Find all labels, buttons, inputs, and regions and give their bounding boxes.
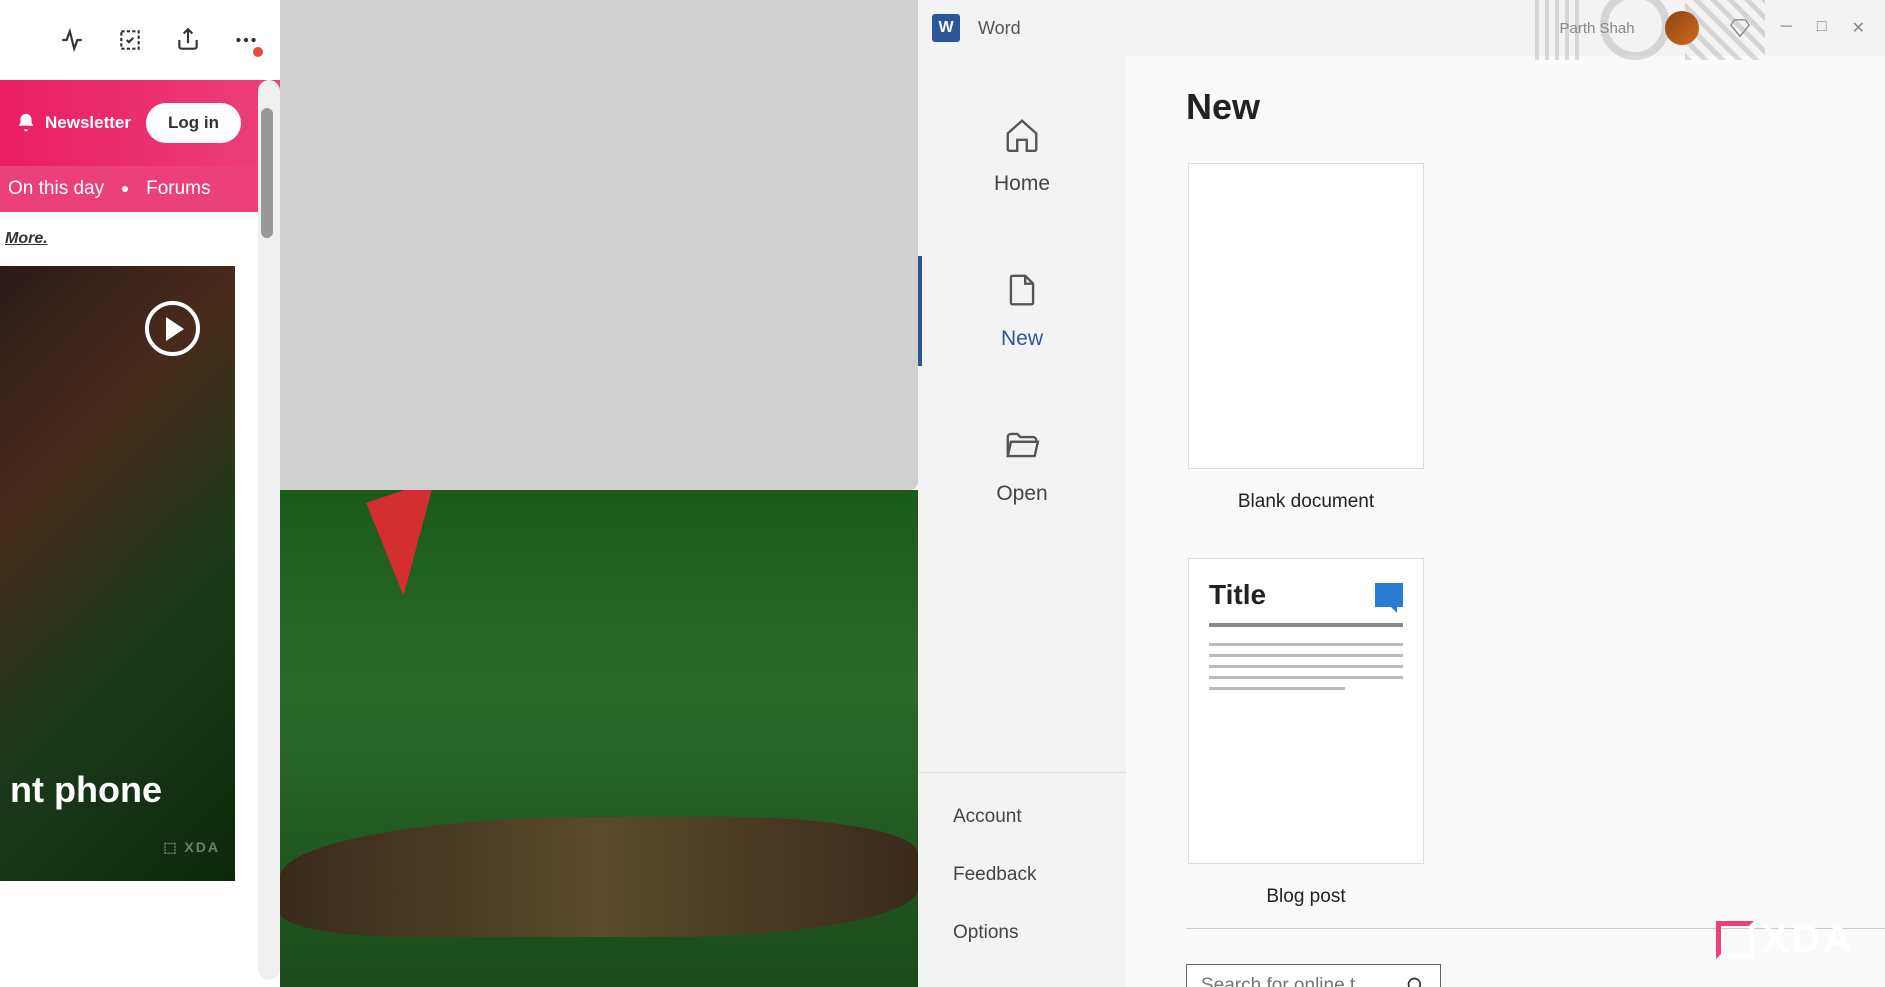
sidebar-label-home: Home <box>994 172 1050 196</box>
sidebar-bottom: Account Feedback Options <box>918 772 1126 977</box>
diamond-icon[interactable] <box>1729 17 1751 39</box>
word-app-title: Word <box>978 18 1021 39</box>
more-link[interactable]: More. <box>5 230 48 247</box>
share-icon[interactable] <box>174 26 202 54</box>
xda-brand-watermark: XDA <box>1716 917 1855 962</box>
blog-preview-title: Title <box>1209 579 1266 611</box>
search-icon <box>1406 976 1426 987</box>
template-blog-post[interactable]: Title Blog post <box>1186 558 1426 908</box>
newsletter-button[interactable]: Newsletter <box>15 112 131 134</box>
minimize-button[interactable]: ─ <box>1781 18 1792 38</box>
health-icon[interactable] <box>58 26 86 54</box>
snap-panel <box>280 0 918 490</box>
user-avatar[interactable] <box>1665 11 1699 45</box>
word-app: W Word Parth Shah ─ □ ✕ Home <box>918 0 1885 987</box>
scrollbar-thumb[interactable] <box>261 108 273 238</box>
template-gallery: Blank document Title <box>1186 163 1825 908</box>
word-titlebar: W Word Parth Shah ─ □ ✕ <box>918 0 1885 56</box>
desktop-background <box>280 0 918 987</box>
wallpaper-image <box>280 490 918 987</box>
sidebar-item-options[interactable]: Options <box>953 904 1091 962</box>
newsletter-label: Newsletter <box>45 113 131 133</box>
browser-toolbar <box>0 0 280 80</box>
sidebar-item-new[interactable]: New <box>918 241 1126 396</box>
template-blank-document[interactable]: Blank document <box>1186 163 1426 513</box>
maximize-button[interactable]: □ <box>1817 18 1827 38</box>
nav-link-forums[interactable]: Forums <box>146 178 210 200</box>
bell-icon <box>15 112 37 134</box>
browser-panel: Newsletter Log in On this day Forums Mor… <box>0 0 280 987</box>
sidebar-item-home[interactable]: Home <box>918 86 1126 241</box>
play-button-icon <box>145 301 200 356</box>
sidebar-label-open: Open <box>996 482 1047 506</box>
xda-brand-text: XDA <box>1762 917 1855 962</box>
screenshot-icon[interactable] <box>116 26 144 54</box>
close-button[interactable]: ✕ <box>1852 18 1865 38</box>
sidebar-item-open[interactable]: Open <box>918 396 1126 551</box>
folder-open-icon <box>1003 426 1041 464</box>
nav-link-onthisday[interactable]: On this day <box>8 178 104 200</box>
video-thumbnail[interactable]: nt phone ⬚ XDA <box>0 266 235 881</box>
scrollbar[interactable] <box>258 80 280 980</box>
template-preview-blog: Title <box>1188 558 1424 864</box>
more-link-container: More. <box>0 212 280 266</box>
xda-logo-icon <box>1716 921 1754 959</box>
nav-separator <box>122 186 128 192</box>
document-icon <box>1003 271 1041 309</box>
comment-icon <box>1375 583 1403 607</box>
site-header: Newsletter Log in <box>0 80 280 166</box>
more-icon[interactable] <box>232 26 260 54</box>
sidebar-item-feedback[interactable]: Feedback <box>953 846 1091 904</box>
word-content: New Blank document Title <box>1126 56 1885 987</box>
page-title: New <box>1186 86 1825 128</box>
login-button[interactable]: Log in <box>146 103 241 143</box>
home-icon <box>1003 116 1041 154</box>
template-search[interactable] <box>1186 964 1441 987</box>
sidebar-item-account[interactable]: Account <box>953 788 1091 846</box>
word-sidebar: Home New Open Account Feedback Options <box>918 56 1126 987</box>
sidebar-label-new: New <box>1001 327 1043 351</box>
template-preview-blank <box>1188 163 1424 469</box>
word-app-icon: W <box>932 14 960 42</box>
user-name: Parth Shah <box>1560 20 1635 37</box>
video-title: nt phone <box>0 759 172 821</box>
video-watermark: ⬚ XDA <box>163 839 220 856</box>
search-input[interactable] <box>1201 975 1391 987</box>
window-controls: ─ □ ✕ <box>1781 18 1865 38</box>
template-label: Blog post <box>1266 886 1345 908</box>
template-label: Blank document <box>1238 491 1374 513</box>
site-nav: On this day Forums <box>0 166 280 212</box>
